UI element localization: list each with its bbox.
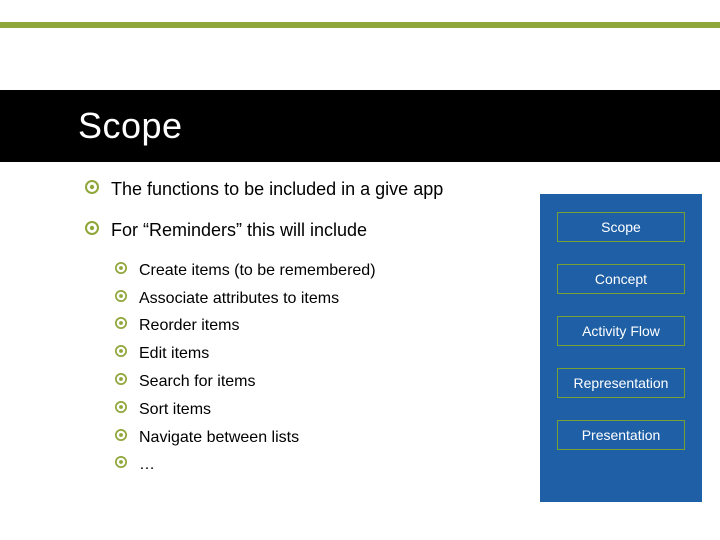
content-area: The functions to be included in a give a… xyxy=(85,178,485,483)
side-panel: Scope Concept Activity Flow Representati… xyxy=(540,194,702,502)
bullet-text: Navigate between lists xyxy=(139,428,299,449)
slide-title: Scope xyxy=(78,105,183,147)
bullet-lvl2: Sort items xyxy=(115,400,485,421)
bullet-icon xyxy=(115,429,127,441)
bullet-text: … xyxy=(139,455,155,476)
side-box-representation: Representation xyxy=(557,368,685,398)
bullet-text: Sort items xyxy=(139,400,211,421)
bullet-lvl2: Reorder items xyxy=(115,316,485,337)
bullet-icon xyxy=(115,317,127,329)
slide: Scope The functions to be included in a … xyxy=(0,0,720,540)
bullet-icon xyxy=(115,262,127,274)
bullet-text: Associate attributes to items xyxy=(139,289,339,310)
bullet-text: Create items (to be remembered) xyxy=(139,261,376,282)
side-box-activity-flow: Activity Flow xyxy=(557,316,685,346)
bullet-icon xyxy=(85,221,99,235)
bullet-lvl2: Navigate between lists xyxy=(115,428,485,449)
bullet-text: Reorder items xyxy=(139,316,239,337)
bullet-icon xyxy=(115,290,127,302)
side-box-scope: Scope xyxy=(557,212,685,242)
side-box-presentation: Presentation xyxy=(557,420,685,450)
bullet-text: Edit items xyxy=(139,344,209,365)
bullet-icon xyxy=(85,180,99,194)
bullet-text: The functions to be included in a give a… xyxy=(111,178,443,201)
side-box-concept: Concept xyxy=(557,264,685,294)
bullet-lvl2: Edit items xyxy=(115,344,485,365)
bullet-text: For “Reminders” this will include xyxy=(111,219,367,242)
bullet-icon xyxy=(115,373,127,385)
bullet-icon xyxy=(115,401,127,413)
bullet-lvl1: For “Reminders” this will include xyxy=(85,219,485,242)
bullet-lvl2: Search for items xyxy=(115,372,485,393)
bullet-lvl2: Associate attributes to items xyxy=(115,289,485,310)
bullet-icon xyxy=(115,345,127,357)
bullet-lvl2: Create items (to be remembered) xyxy=(115,261,485,282)
bullet-lvl2: … xyxy=(115,455,485,476)
accent-bar xyxy=(0,22,720,28)
title-band: Scope xyxy=(0,90,720,162)
bullet-lvl1: The functions to be included in a give a… xyxy=(85,178,485,201)
bullet-icon xyxy=(115,456,127,468)
bullet-text: Search for items xyxy=(139,372,255,393)
